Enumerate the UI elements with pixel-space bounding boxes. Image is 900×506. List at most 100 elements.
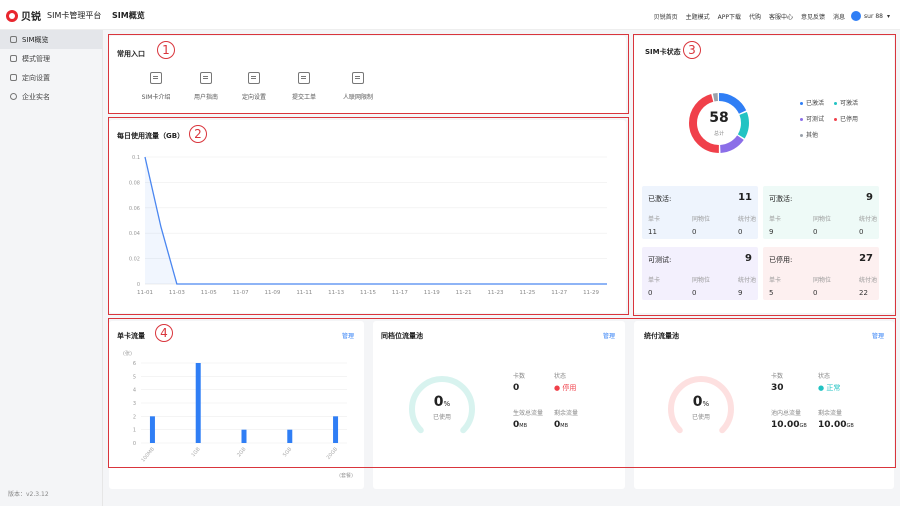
unified-pool-remain: 10.00GB	[818, 420, 854, 430]
version-text: 版本：v2.3.12	[8, 491, 49, 498]
same-pool-total-label: 生效总流量	[513, 410, 544, 417]
entry-network-limit[interactable]: 人联网限制	[328, 72, 388, 101]
user-name[interactable]: sur 88	[864, 13, 883, 20]
unified-pool-count: 30	[771, 383, 784, 393]
same-pool-total: 0MB	[513, 420, 527, 430]
same-pool-remain-unit: MB	[560, 423, 569, 429]
bar	[149, 416, 155, 443]
status-box-stopped[interactable]: 已停用: 27 单卡 5 同物位 0 统付池 22	[763, 247, 879, 300]
brand-logo[interactable]: 贝锐 SIM卡管理平台	[6, 8, 101, 23]
nav-service-link[interactable]: 客服中心	[769, 12, 793, 21]
unified-pool-total-unit: GB	[799, 423, 807, 429]
status-cell-label: 统付池	[738, 277, 757, 284]
apps-icon	[10, 74, 17, 81]
guide-icon	[200, 72, 212, 84]
status-cell-label: 同物位	[692, 216, 711, 223]
y-tick-label: 0	[133, 441, 136, 447]
status-cell: 同物位 0	[813, 214, 849, 236]
avatar[interactable]	[851, 11, 862, 21]
unified-pool-percent-unit: %	[702, 400, 710, 408]
status-box-activated[interactable]: 已激活: 11 单卡 11 同物位 0 统付池 0	[642, 186, 758, 239]
page-title: SIM概览	[112, 11, 145, 20]
logo-icon	[6, 9, 18, 22]
x-tick-label: 11-27	[551, 290, 567, 296]
status-cell-label: 单卡	[769, 216, 782, 223]
nav-messages-link[interactable]: 消息	[833, 12, 845, 21]
x-tick-label: 5GB	[282, 446, 294, 458]
main-content: 常用入口 SIM卡介绍 用户指南 定向设置 提交工单 人联网限制 每日使用流量（…	[103, 30, 900, 506]
x-tick-label: 11-09	[264, 290, 280, 296]
status-cell-value: 9	[769, 228, 774, 236]
annotation-number-4: 4	[155, 324, 173, 342]
unified-pool-manage-link[interactable]: 管理	[872, 331, 884, 340]
legend-dot-0	[800, 102, 803, 105]
status-cell-value: 5	[769, 289, 774, 297]
sidebar-item-mode[interactable]: 模式管理	[0, 49, 102, 68]
status-cell-value: 0	[813, 228, 818, 236]
chevron-down-icon[interactable]: ▾	[887, 13, 890, 20]
entry-submit-ticket[interactable]: 提交工单	[274, 72, 334, 101]
nav-home-link[interactable]: 贝锐首页	[654, 12, 678, 21]
donut-total-label: 总计	[713, 131, 724, 137]
nav-theme-link[interactable]: 主题模式	[686, 12, 710, 21]
x-tick-label: 11-21	[456, 290, 472, 296]
legend-item[interactable]: 已激活	[800, 98, 824, 107]
status-cell: 单卡 9	[769, 214, 805, 236]
unified-pool-percent-value: 0	[692, 394, 703, 410]
nav-purchase-link[interactable]: 代购	[749, 12, 761, 21]
legend-dot-2	[800, 118, 803, 121]
legend-item[interactable]: 可测试	[800, 114, 824, 123]
sim-status-donut	[689, 93, 749, 153]
unified-pool-percent: 0%	[666, 394, 736, 410]
quick-entry-title: 常用入口	[117, 50, 145, 58]
single-card-usage-card: 单卡流量 管理 (张) 0 1 2 3 4 5 6 100MB 1GB 2GB 5GB 20GB (套餐)	[109, 321, 364, 489]
bar	[241, 429, 247, 443]
legend-item[interactable]: 其他	[800, 130, 818, 139]
sidebar-item-realname[interactable]: 企业实名	[0, 87, 102, 106]
unified-pool-total-label: 池内总流量	[771, 410, 802, 417]
donut-total: 58	[709, 110, 729, 126]
nav-feedback-link[interactable]: 意见反馈	[801, 12, 825, 21]
status-cell-label: 同物位	[813, 277, 832, 284]
user-icon	[10, 93, 17, 100]
app-subtitle: SIM卡管理平台	[47, 11, 102, 20]
same-pool-status: 停用	[562, 384, 577, 392]
nav-app-download-link[interactable]: APP下载	[718, 12, 741, 21]
y-tick-label: 2	[133, 414, 136, 420]
same-pool-manage-link[interactable]: 管理	[603, 331, 615, 340]
top-bar: 贝锐 SIM卡管理平台 SIM概览 贝锐首页 主题模式 APP下载 代购 客服中…	[0, 0, 900, 30]
sidebar: SIM概览 模式管理 定向设置 企业实名 版本：v2.3.12	[0, 30, 103, 506]
legend-dot-1	[834, 102, 837, 105]
x-tick-label: 11-03	[169, 290, 185, 296]
legend-item[interactable]: 已停用	[834, 114, 858, 123]
annotation-number-1: 1	[157, 41, 175, 59]
status-box-name: 已激活:	[648, 195, 672, 203]
x-tick-label: 11-29	[583, 290, 599, 296]
sidebar-item-overview[interactable]: SIM概览	[0, 30, 102, 49]
status-box-activatable[interactable]: 可激活: 9 单卡 9 同物位 0 统付池 0	[763, 186, 879, 239]
same-pool-used-label: 已使用	[432, 414, 451, 421]
bar	[287, 429, 293, 443]
y-tick-label: 5	[133, 374, 136, 380]
y-tick-label: 6	[133, 361, 136, 367]
status-box-name: 可激活:	[769, 195, 793, 203]
sidebar-item-directional[interactable]: 定向设置	[0, 68, 102, 87]
legend-item[interactable]: 可激活	[834, 98, 858, 107]
status-cell-value: 0	[648, 289, 653, 297]
status-cell: 同物位 0	[692, 275, 728, 297]
status-cell: 同物位 0	[813, 275, 849, 297]
series-area	[145, 157, 607, 284]
status-cell-value: 0	[692, 228, 697, 236]
status-cell-value: 0	[692, 289, 697, 297]
status-box-name: 已停用:	[769, 256, 793, 264]
y-tick-label: 4	[133, 388, 136, 394]
people-icon	[352, 72, 364, 84]
home-icon	[10, 36, 17, 43]
y-tick-label: 1	[133, 428, 136, 434]
daily-usage-card: 每日使用流量（GB） 0 0.02 0.04 0.06 0.08 0.1 11-01 11-0…	[109, 120, 626, 313]
status-box-testable[interactable]: 可测试: 9 单卡 0 同物位 0 统付池 9	[642, 247, 758, 300]
same-pool-count-label: 卡数	[513, 373, 526, 380]
unified-pool-count-label: 卡数	[771, 373, 784, 380]
status-cell-label: 同物位	[813, 216, 832, 223]
entry-label: 人联网限制	[342, 94, 373, 101]
